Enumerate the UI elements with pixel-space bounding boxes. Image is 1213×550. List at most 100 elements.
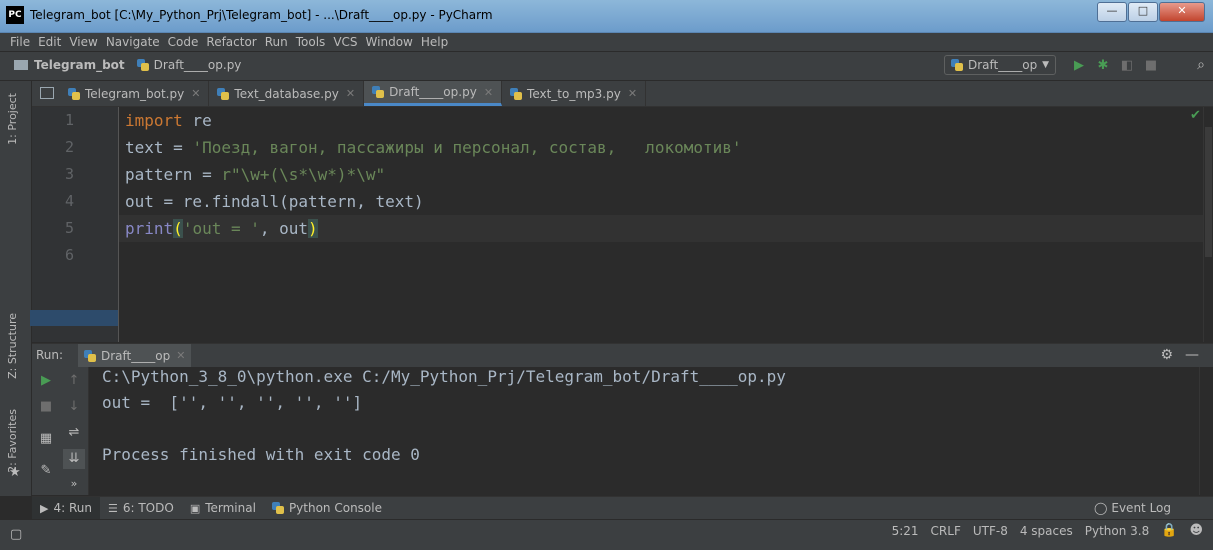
- menu-help[interactable]: Help: [417, 33, 452, 51]
- breadcrumb-file[interactable]: Draft____op.py: [136, 58, 241, 72]
- favorites-tool-tab[interactable]: 2: Favorites: [6, 409, 19, 473]
- line-number: 3: [64, 165, 74, 183]
- navigation-bar: Telegram_bot Draft____op.py Draft____op …: [0, 52, 1213, 81]
- structure-view-icon[interactable]: [32, 81, 60, 106]
- run-button[interactable]: ▶: [1068, 57, 1090, 75]
- coverage-button[interactable]: ◧: [1116, 57, 1138, 75]
- menu-navigate[interactable]: Navigate: [102, 33, 164, 51]
- console-scrollbar[interactable]: [1199, 367, 1213, 495]
- python-interpreter[interactable]: Python 3.8: [1085, 524, 1150, 538]
- menu-code[interactable]: Code: [164, 33, 203, 51]
- pin-icon[interactable]: ✎: [35, 461, 57, 481]
- tool-label: Python Console: [288, 501, 382, 515]
- structure-tool-tab[interactable]: Z: Structure: [6, 313, 19, 379]
- tab-telegram-bot[interactable]: Telegram_bot.py ✕: [60, 81, 210, 106]
- terminal-tool-button[interactable]: ▣ Terminal: [182, 497, 264, 519]
- folder-icon: [14, 60, 28, 70]
- hide-panel-icon[interactable]: —: [1185, 347, 1199, 363]
- code-token: pattern =: [125, 165, 222, 184]
- pycharm-logo-icon: PC: [6, 6, 24, 24]
- caret-position[interactable]: 5:21: [892, 524, 919, 538]
- soft-wrap-icon[interactable]: ⇌: [63, 423, 85, 443]
- event-log-label: Event Log: [1111, 501, 1171, 515]
- python-console-tool-button[interactable]: Python Console: [264, 497, 390, 519]
- code-line-2[interactable]: text = 'Поезд, вагон, пассажиры и персон…: [119, 134, 1203, 161]
- editor-scrollbar[interactable]: [1203, 107, 1213, 342]
- code-line-3[interactable]: pattern = r"\w+(\s*\w*)*\w": [119, 161, 1203, 188]
- tab-text-to-mp3[interactable]: Text_to_mp3.py ✕: [502, 81, 647, 106]
- close-tab-icon[interactable]: ✕: [176, 349, 185, 362]
- menu-refactor[interactable]: Refactor: [202, 33, 260, 51]
- play-icon: ▶: [40, 501, 49, 515]
- close-paren-token: ): [308, 219, 318, 238]
- tab-text-database[interactable]: Text_database.py ✕: [209, 81, 365, 106]
- debug-button[interactable]: ✱: [1092, 57, 1114, 75]
- code-line-1[interactable]: import re: [119, 107, 1203, 134]
- run-configuration-select[interactable]: Draft____op ▼: [944, 55, 1056, 75]
- window-title: Telegram_bot [C:\My_Python_Prj\Telegram_…: [30, 8, 493, 22]
- close-tab-icon[interactable]: ✕: [191, 87, 200, 100]
- close-tab-icon[interactable]: ✕: [628, 87, 637, 100]
- minimize-button[interactable]: —: [1097, 2, 1127, 22]
- rerun-button[interactable]: ▶: [35, 371, 57, 391]
- close-window-button[interactable]: ✕: [1159, 2, 1205, 22]
- todo-tool-button[interactable]: ☰ 6: TODO: [100, 497, 182, 519]
- code-token: , out: [259, 219, 309, 238]
- scroll-down-icon[interactable]: ↓: [63, 397, 85, 417]
- maximize-button[interactable]: □: [1128, 2, 1158, 22]
- scrollbar-thumb[interactable]: [1205, 127, 1212, 257]
- keyword-token: import: [125, 111, 183, 130]
- python-file-icon: [951, 59, 963, 71]
- console-line: C:\Python_3_8_0\python.exe C:/My_Python_…: [102, 367, 786, 386]
- line-separator[interactable]: CRLF: [931, 524, 961, 538]
- run-tab-draft-op[interactable]: Draft____op ✕: [78, 344, 192, 367]
- inspector-icon[interactable]: ☻: [1189, 523, 1203, 538]
- code-area[interactable]: import re text = 'Поезд, вагон, пассажир…: [119, 107, 1203, 269]
- tab-label: Text_database.py: [234, 86, 339, 101]
- close-tab-icon[interactable]: ✕: [346, 87, 355, 100]
- lock-icon[interactable]: 🔒: [1161, 523, 1177, 538]
- run-console[interactable]: C:\Python_3_8_0\python.exe C:/My_Python_…: [89, 367, 1199, 495]
- tab-draft-op[interactable]: Draft____op.py ✕: [364, 81, 503, 106]
- code-line-4[interactable]: out = re.findall(pattern, text): [119, 188, 1203, 215]
- menu-vcs[interactable]: VCS: [329, 33, 361, 51]
- indent-settings[interactable]: 4 spaces: [1020, 524, 1073, 538]
- run-tab-label: Draft____op: [101, 348, 171, 363]
- menu-window[interactable]: Window: [362, 33, 417, 51]
- breadcrumb-project[interactable]: Telegram_bot: [14, 58, 125, 72]
- more-actions-icon[interactable]: »: [63, 474, 85, 494]
- status-widgets: 5:21 CRLF UTF-8 4 spaces Python 3.8 🔒 ☻: [880, 523, 1203, 538]
- menu-edit[interactable]: Edit: [34, 33, 65, 51]
- terminal-icon: ▣: [189, 501, 201, 515]
- file-encoding[interactable]: UTF-8: [973, 524, 1008, 538]
- project-tool-tab[interactable]: 1: Project: [6, 93, 19, 145]
- menu-view[interactable]: View: [65, 33, 101, 51]
- close-tab-icon[interactable]: ✕: [484, 86, 493, 99]
- event-log-button[interactable]: ◯ Event Log: [1094, 501, 1171, 515]
- tab-label: Draft____op.py: [389, 85, 477, 99]
- code-line-5[interactable]: print('out = ', out): [119, 215, 1203, 242]
- string-token: r"\w+(\s*\w*)*\w": [221, 165, 386, 184]
- menu-tools[interactable]: Tools: [292, 33, 330, 51]
- status-toggle-icon[interactable]: ▢: [10, 527, 22, 542]
- code-line-6[interactable]: [119, 242, 1203, 269]
- stop-button[interactable]: ■: [1140, 57, 1162, 75]
- layout-icon[interactable]: ▦: [35, 429, 57, 449]
- gear-icon[interactable]: ⚙: [1160, 347, 1173, 363]
- list-icon: ☰: [107, 501, 118, 515]
- search-everywhere-icon[interactable]: ⌕: [1197, 57, 1205, 73]
- menu-run[interactable]: Run: [261, 33, 292, 51]
- editor-gutter: 1 2 3 4 5 6: [32, 107, 119, 342]
- status-bar: ▢ 5:21 CRLF UTF-8 4 spaces Python 3.8 🔒 …: [0, 519, 1213, 550]
- run-panel-actions: ⚙ —: [1148, 347, 1199, 363]
- menu-file[interactable]: File: [6, 33, 34, 51]
- scroll-up-icon[interactable]: ↑: [63, 371, 85, 391]
- code-editor[interactable]: 1 2 3 4 5 6 import re text = 'Поезд, ваг…: [32, 107, 1203, 342]
- stop-button[interactable]: ■: [35, 397, 57, 417]
- run-panel-header: Run: Draft____op ✕ ⚙ —: [32, 343, 1213, 367]
- scroll-to-end-icon[interactable]: ⇊: [63, 449, 85, 469]
- run-tool-button[interactable]: ▶ 4: Run: [32, 497, 100, 519]
- inspection-ok-icon[interactable]: ✔: [1190, 108, 1201, 123]
- code-token: re: [182, 111, 212, 130]
- run-toolbar: ▶ ✱ ◧ ■: [1068, 57, 1164, 75]
